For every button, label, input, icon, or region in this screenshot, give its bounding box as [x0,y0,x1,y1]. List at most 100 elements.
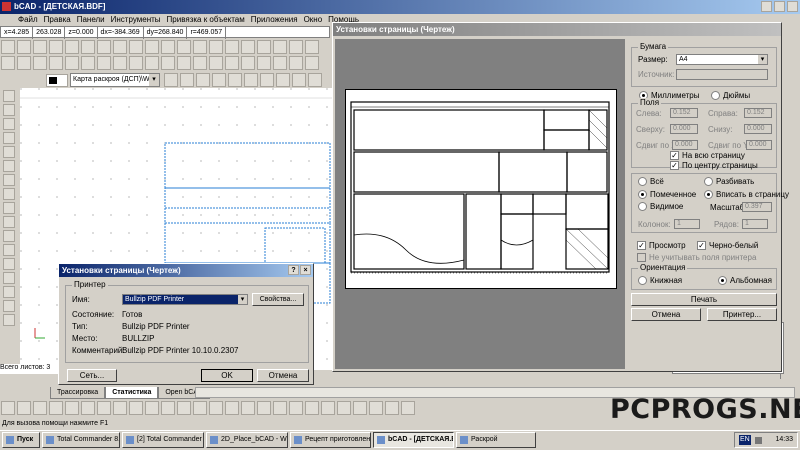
bottom-tool-icon[interactable] [305,401,319,415]
menu-item[interactable]: Окно [304,14,323,26]
draw-tool-icon[interactable] [3,216,15,228]
toolbar-tool-icon[interactable] [49,40,63,54]
top-margin-input[interactable]: 0.000 [670,124,698,134]
shift-y-input[interactable]: 0.000 [746,140,772,150]
toolbar-tool-icon[interactable] [257,40,271,54]
small-cancel-button[interactable]: Отмена [257,369,309,382]
rows-input[interactable]: 1 [742,219,768,229]
close-icon[interactable]: × [300,265,311,275]
view-tool-icon[interactable] [193,56,207,70]
toolbar-tool-icon[interactable] [17,40,31,54]
bottom-tool-icon[interactable] [81,401,95,415]
view-tool-icon[interactable] [225,56,239,70]
left-margin-input[interactable]: 0.152 [670,108,698,118]
draw-tool-icon[interactable] [3,244,15,256]
menu-item[interactable]: Панели [77,14,105,26]
bottom-tool-icon[interactable] [225,401,239,415]
color-swatch[interactable] [46,74,68,87]
object-tool-icon[interactable] [180,73,194,87]
draw-tool-icon[interactable] [3,202,15,214]
draw-tool-icon[interactable] [3,90,15,102]
status-tab[interactable]: Трассировка [50,387,106,399]
size-select[interactable]: A4 ▾ [676,54,768,65]
inches-radio[interactable] [711,91,720,100]
properties-button[interactable]: Свойства... [252,293,304,306]
toolbar-tool-icon[interactable] [81,40,95,54]
toolbar-tool-icon[interactable] [145,40,159,54]
view-tool-icon[interactable] [257,56,271,70]
draw-tool-icon[interactable] [3,258,15,270]
bottom-tool-icon[interactable] [145,401,159,415]
landscape-radio[interactable] [718,276,727,285]
no-scale-checkbox[interactable] [637,253,646,262]
object-tool-icon[interactable] [244,73,258,87]
menu-item[interactable]: Файл [18,14,38,26]
view-tool-icon[interactable] [161,56,175,70]
bottom-tool-icon[interactable] [97,401,111,415]
menu-item[interactable]: Привязка к объектам [167,14,245,26]
view-tool-icon[interactable] [241,56,255,70]
ok-button[interactable]: OK [201,369,253,382]
draw-tool-icon[interactable] [3,230,15,242]
bottom-tool-icon[interactable] [369,401,383,415]
right-margin-input[interactable]: 0.152 [744,108,772,118]
chevron-down-icon[interactable]: ▾ [758,55,767,64]
visible-radio[interactable] [638,202,647,211]
view-tool-icon[interactable] [145,56,159,70]
large-cancel-button[interactable]: Отмена [631,308,701,321]
object-tool-icon[interactable] [276,73,290,87]
all-radio[interactable] [638,177,647,186]
view-tool-icon[interactable] [273,56,287,70]
object-tool-icon[interactable] [308,73,322,87]
view-tool-icon[interactable] [81,56,95,70]
preview-checkbox[interactable]: ✓ [637,241,646,250]
view-tool-icon[interactable] [177,56,191,70]
draw-tool-icon[interactable] [3,104,15,116]
taskbar-item[interactable]: bCAD - [ДЕТСКАЯ.BDF] [373,432,454,448]
bottom-tool-icon[interactable] [337,401,351,415]
whole-page-checkbox[interactable]: ✓ [670,151,679,160]
help-icon[interactable]: ? [288,265,299,275]
bottom-tool-icon[interactable] [273,401,287,415]
bottom-tool-icon[interactable] [241,401,255,415]
menu-item[interactable]: Правка [44,14,71,26]
toolbar-tool-icon[interactable] [177,40,191,54]
taskbar-item[interactable]: Рецепт приготовления ... [290,432,371,448]
draw-tool-icon[interactable] [3,174,15,186]
network-button[interactable]: Сеть... [67,369,117,382]
bottom-tool-icon[interactable] [1,401,15,415]
object-tool-icon[interactable] [164,73,178,87]
printer-button[interactable]: Принтер... [707,308,777,321]
taskbar-item[interactable]: Раскрой [456,432,536,448]
view-tool-icon[interactable] [129,56,143,70]
view-tool-icon[interactable] [97,56,111,70]
bottom-tool-icon[interactable] [353,401,367,415]
taskbar-item[interactable]: [2] Total Commander 8.5... [122,432,204,448]
toolbar-tool-icon[interactable] [33,40,47,54]
bottom-tool-icon[interactable] [177,401,191,415]
bottom-tool-icon[interactable] [289,401,303,415]
object-tool-icon[interactable] [196,73,210,87]
toolbar-tool-icon[interactable] [273,40,287,54]
bottom-tool-icon[interactable] [113,401,127,415]
bottom-tool-icon[interactable] [33,401,47,415]
object-tool-icon[interactable] [292,73,306,87]
chevron-down-icon[interactable]: ▾ [149,74,159,86]
bottom-tool-icon[interactable] [193,401,207,415]
toolbar-tool-icon[interactable] [225,40,239,54]
print-button[interactable]: Печать [631,293,777,306]
portrait-radio[interactable] [638,276,647,285]
draw-tool-icon[interactable] [3,314,15,326]
taskbar-item[interactable]: Total Commander 8.51a ... [42,432,120,448]
view-tool-icon[interactable] [17,56,31,70]
draw-tool-icon[interactable] [3,272,15,284]
toolbar-tool-icon[interactable] [289,40,303,54]
draw-tool-icon[interactable] [3,132,15,144]
chevron-down-icon[interactable]: ▾ [238,295,247,304]
draw-tool-icon[interactable] [3,286,15,298]
toolbar-tool-icon[interactable] [1,40,15,54]
center-page-checkbox[interactable]: ✓ [670,161,679,170]
toolbar-tool-icon[interactable] [65,40,79,54]
bottom-tool-icon[interactable] [65,401,79,415]
layer-select[interactable]: Карта раскроя (ДСП)\WB ▾ [70,73,160,87]
